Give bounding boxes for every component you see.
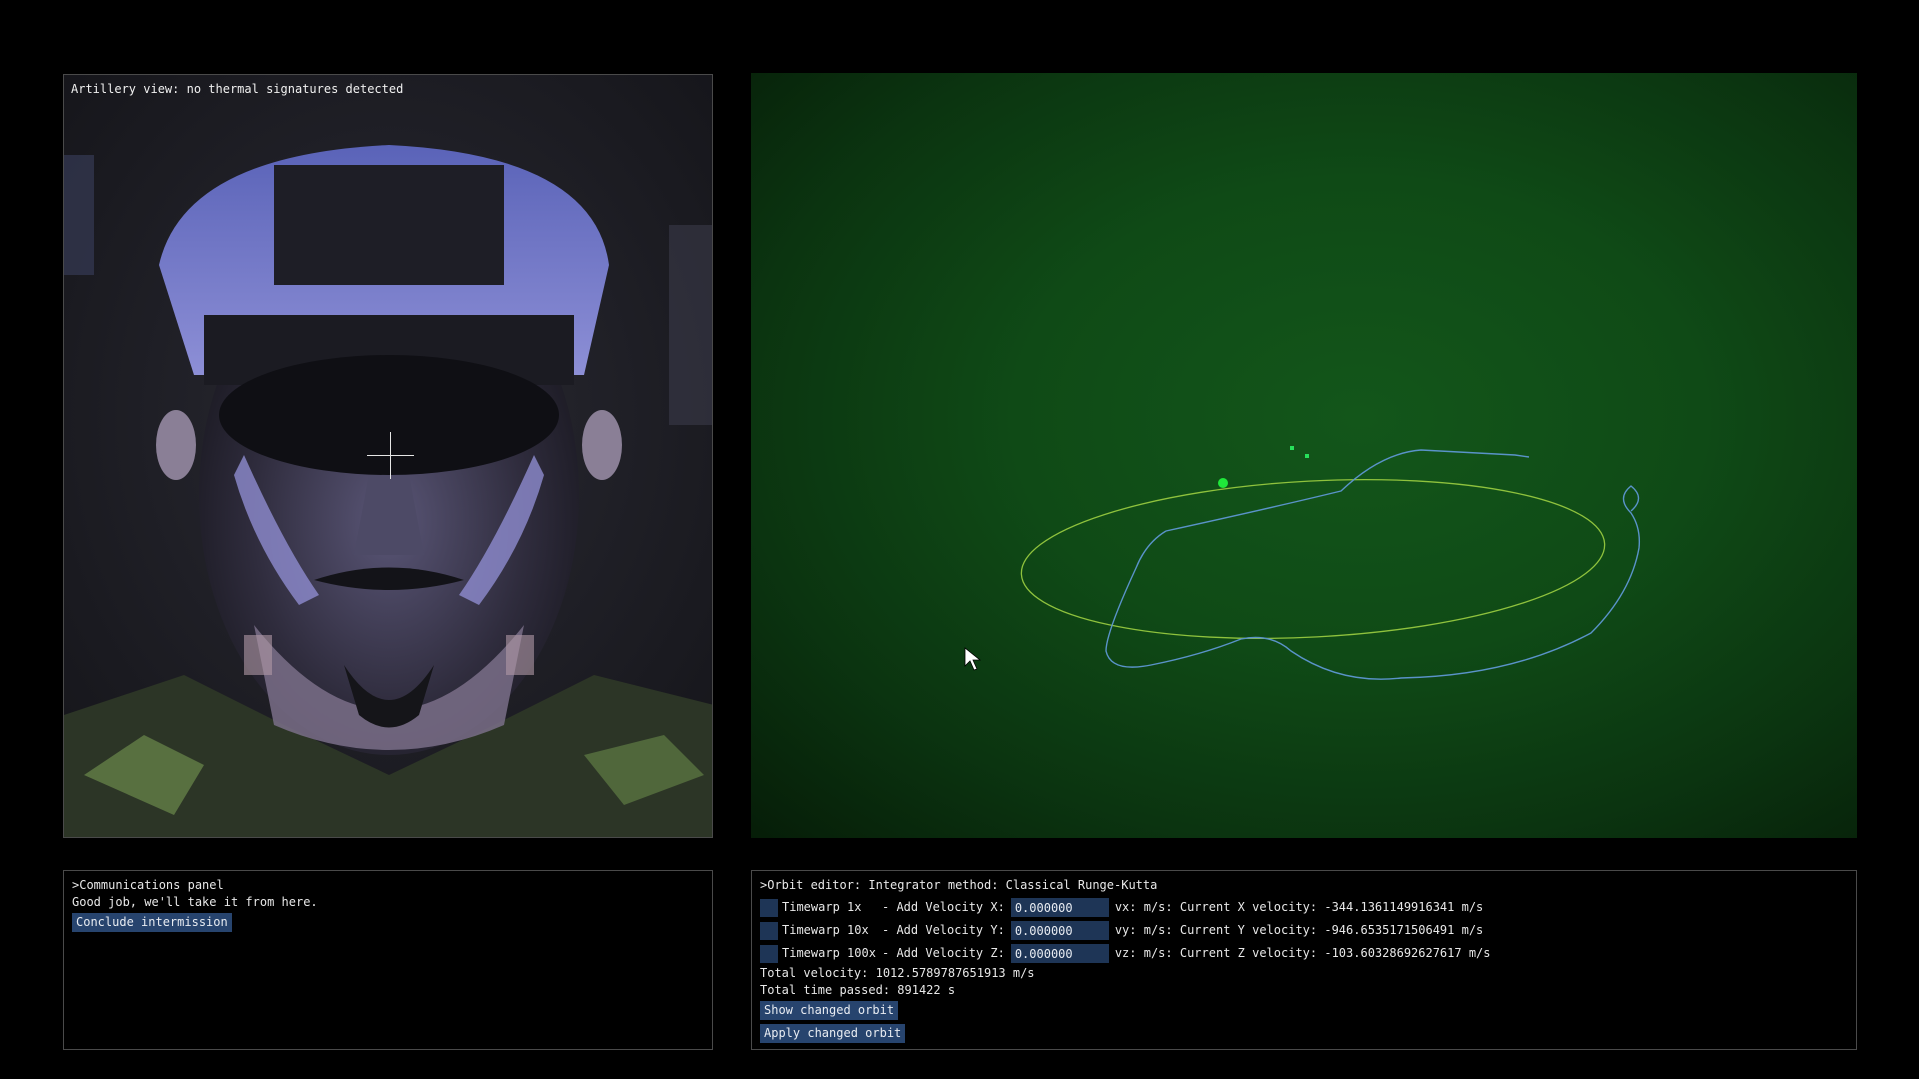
orbit-plot[interactable] [751, 73, 1857, 838]
add-velocity-x-label: - Add Velocity X: [882, 900, 1005, 914]
current-orbit-path [1105, 449, 1641, 680]
orbit-editor-header: >Orbit editor: Integrator method: Classi… [760, 878, 1158, 892]
velocity-row-z: Timewarp 100x - Add Velocity Z: vz: m/s:… [760, 942, 1848, 965]
timewarp-100x-checkbox[interactable] [760, 944, 778, 963]
show-changed-orbit-button[interactable]: Show changed orbit [760, 1001, 899, 1020]
add-velocity-z-input[interactable] [1010, 944, 1109, 963]
total-velocity-text: Total velocity: 1012.5789787651913 m/s [760, 966, 1035, 980]
communications-panel: >Communications panel Good job, we'll ta… [63, 870, 713, 1050]
spacecraft-marker [1290, 446, 1294, 450]
timewarp-10x-label: Timewarp 10x [782, 923, 869, 937]
conclude-intermission-button[interactable]: Conclude intermission [72, 913, 232, 932]
spacecraft-projection-marker [1305, 454, 1309, 458]
artillery-view: Artillery view: no thermal signatures de… [63, 74, 713, 838]
artillery-camera-image [64, 75, 712, 837]
velocity-z-readout: vz: m/s: Current Z velocity: -103.603286… [1114, 946, 1491, 960]
total-time-text: Total time passed: 891422 s [760, 983, 956, 997]
mouse-cursor-icon [964, 647, 982, 671]
timewarp-1x-checkbox[interactable] [760, 898, 778, 917]
add-velocity-z-label: - Add Velocity Z: [882, 946, 1005, 960]
add-velocity-x-input[interactable] [1010, 898, 1109, 917]
timewarp-1x-label: Timewarp 1x [782, 900, 862, 914]
orbit-map-view[interactable] [751, 73, 1857, 838]
orbit-editor-panel: >Orbit editor: Integrator method: Classi… [751, 870, 1857, 1050]
velocity-row-y: Timewarp 10x - Add Velocity Y: vy: m/s: … [760, 919, 1848, 942]
artillery-status-label: Artillery view: no thermal signatures de… [71, 82, 404, 96]
velocity-row-x: Timewarp 1x - Add Velocity X: vx: m/s: C… [760, 896, 1848, 919]
apply-changed-orbit-button[interactable]: Apply changed orbit [760, 1024, 906, 1043]
planet-marker [1218, 478, 1228, 488]
add-velocity-y-label: - Add Velocity Y: [882, 923, 1005, 937]
velocity-x-readout: vx: m/s: Current X velocity: -344.136114… [1114, 900, 1484, 914]
timewarp-10x-checkbox[interactable] [760, 921, 778, 940]
add-velocity-y-input[interactable] [1010, 921, 1109, 940]
timewarp-100x-label: Timewarp 100x [782, 946, 876, 960]
velocity-y-readout: vy: m/s: Current Y velocity: -946.653517… [1114, 923, 1484, 937]
comms-message: Good job, we'll take it from here. [72, 895, 318, 909]
crosshair-vertical [390, 432, 391, 479]
comms-header: >Communications panel [72, 878, 224, 892]
changed-orbit-path [1020, 478, 1606, 640]
